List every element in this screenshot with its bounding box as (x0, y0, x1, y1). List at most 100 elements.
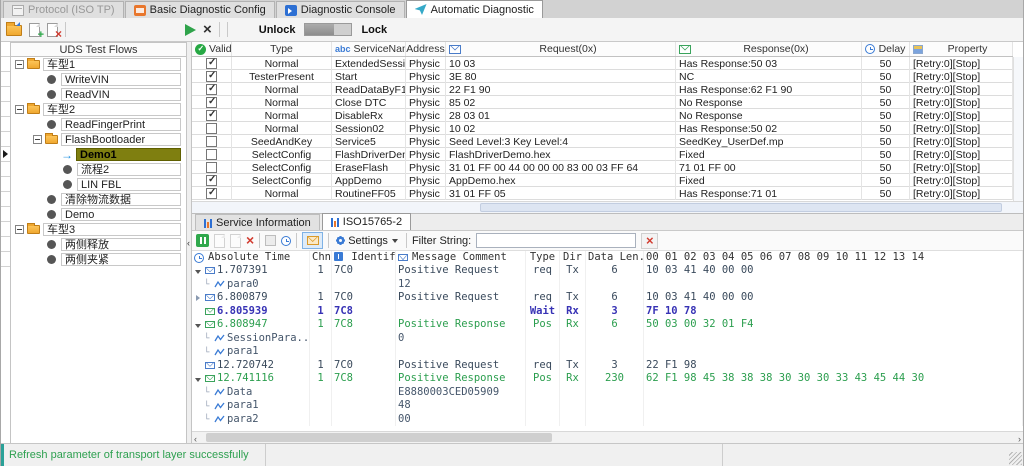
flow-table-vscrollbar[interactable] (1013, 57, 1023, 201)
tree-item[interactable]: 车型3 (11, 222, 186, 237)
expander-icon[interactable] (203, 387, 212, 397)
lock-toggle[interactable] (304, 23, 352, 36)
clear-filter-button[interactable] (641, 233, 658, 249)
valid-checkbox[interactable] (206, 162, 217, 173)
settings-button[interactable]: Settings (334, 235, 401, 247)
valid-checkbox[interactable] (206, 84, 217, 95)
trace-row[interactable]: Data E8880003CED05909 (192, 386, 1023, 400)
trace-hscrollbar[interactable] (192, 431, 1023, 443)
expander-icon[interactable] (194, 360, 203, 370)
valid-checkbox[interactable] (206, 110, 217, 121)
expander-icon[interactable] (194, 293, 203, 303)
main-tab[interactable]: Automatic Diagnostic (406, 0, 543, 18)
expander-icon[interactable] (194, 306, 203, 316)
trace-row[interactable]: SessionPara... 0 (192, 332, 1023, 346)
trace-row[interactable]: 1.707391 1 7C0 Positive Request req Tx 6… (192, 264, 1023, 278)
trace-row[interactable]: 12.720742 1 7C0 Positive Request req Tx … (192, 359, 1023, 373)
expander-icon[interactable] (203, 333, 212, 343)
flow-table-row[interactable]: Normal RoutineFF05 Physic 31 01 FF 05 Ha… (192, 187, 1013, 200)
collapse-icon[interactable] (15, 105, 24, 114)
flow-table-row[interactable]: SeedAndKey Service5 Physic Seed Level:3 … (192, 135, 1013, 148)
gear-icon (337, 237, 344, 244)
valid-checkbox[interactable] (206, 149, 217, 160)
trace-tab-label: ISO15765-2 (343, 216, 402, 228)
tree-item[interactable]: 车型2 (11, 102, 186, 117)
run-button[interactable] (185, 24, 196, 36)
flow-table-row[interactable]: TesterPresent Start Physic 3E 80 NC 50 [… (192, 70, 1013, 83)
collapse-icon[interactable] (33, 135, 42, 144)
valid-checkbox[interactable] (206, 97, 217, 108)
comment-cell: 48 (396, 399, 526, 413)
stop-button[interactable]: × (203, 23, 212, 37)
open-folder-icon[interactable] (6, 25, 22, 36)
stop-log-icon[interactable] (265, 235, 276, 246)
tree-item[interactable]: FlashBootloader (11, 132, 186, 147)
trace-row[interactable]: para1 48 (192, 399, 1023, 413)
main-tab[interactable]: Protocol (ISO TP) (3, 1, 124, 18)
flow-table-row[interactable]: Normal Session02 Physic 10 02 Has Respon… (192, 122, 1013, 135)
flow-table-row[interactable]: SelectConfig FlashDriverDemo Physic Flas… (192, 148, 1013, 161)
filter-input[interactable] (476, 233, 636, 248)
flow-table-hscrollbar[interactable] (192, 201, 1023, 213)
expander-icon[interactable] (203, 414, 212, 424)
tree-item[interactable]: ReadVIN (11, 87, 186, 102)
toggle-knob[interactable] (305, 24, 334, 35)
flow-table-row[interactable]: Normal ReadDataByF190 Physic 22 F1 90 Ha… (192, 83, 1013, 96)
clear-trace-icon[interactable]: × (246, 234, 254, 247)
expander-icon[interactable] (194, 374, 203, 384)
tree-item[interactable]: ReadFingerPrint (11, 117, 186, 132)
trace-tab[interactable]: ISO15765-2 (322, 213, 411, 230)
add-flow-icon[interactable] (29, 23, 40, 37)
tree-item[interactable]: WriteVIN (11, 72, 186, 87)
trace-hscroll-thumb[interactable] (206, 433, 552, 442)
valid-checkbox[interactable] (206, 71, 217, 82)
flow-table-row[interactable]: Normal Close DTC Physic 85 02 No Respons… (192, 96, 1013, 109)
time-mode-icon[interactable] (281, 236, 291, 246)
expander-icon[interactable] (203, 401, 212, 411)
main-tab[interactable]: Diagnostic Console (276, 1, 405, 18)
main-tab[interactable]: Basic Diagnostic Config (125, 1, 275, 18)
paste-icon[interactable] (230, 234, 241, 248)
expander-icon[interactable] (194, 320, 203, 330)
tree-item[interactable]: LIN FBL (11, 177, 186, 192)
valid-checkbox[interactable] (206, 136, 217, 147)
tree-item[interactable]: 流程2 (11, 162, 186, 177)
tree-item[interactable]: 车型1 (11, 57, 186, 72)
valid-checkbox[interactable] (206, 188, 217, 199)
pause-icon[interactable] (196, 234, 209, 247)
trace-row[interactable]: 12.741116 1 7C8 Positive Response Pos Rx… (192, 372, 1023, 386)
tree-item[interactable]: 清除物流数据 (11, 192, 186, 207)
trace-row[interactable]: para2 00 (192, 413, 1023, 427)
tree-item[interactable]: 两侧释放 (11, 237, 186, 252)
delete-flow-icon[interactable] (47, 23, 58, 37)
trace-row[interactable]: 6.808947 1 7C8 Positive Response Pos Rx … (192, 318, 1023, 332)
copy-icon[interactable] (214, 234, 225, 248)
message-view-button[interactable] (302, 232, 323, 249)
collapse-icon[interactable] (15, 225, 24, 234)
flow-table-row[interactable]: Normal DisableRx Physic 28 03 01 No Resp… (192, 109, 1013, 122)
hscroll-thumb[interactable] (480, 203, 1002, 212)
resize-grip[interactable] (1009, 452, 1022, 465)
collapse-icon[interactable] (15, 60, 24, 69)
flow-table-row[interactable]: SelectConfig AppDemo Physic AppDemo.hex … (192, 174, 1013, 187)
expander-icon[interactable] (203, 347, 212, 357)
tree-item[interactable]: Demo1 (11, 147, 186, 162)
identifier-cell (332, 332, 396, 346)
valid-checkbox[interactable] (206, 175, 217, 186)
collapse-chevron-icon[interactable] (187, 238, 190, 248)
valid-checkbox[interactable] (206, 123, 217, 134)
bytes-cell: 50 03 00 32 01 F4 (644, 318, 1023, 332)
flow-table-row[interactable]: Normal ExtendedSession Physic 10 03 Has … (192, 57, 1013, 70)
trace-row[interactable]: 6.805939 1 7C8 Wait Rx 3 7F 10 78 (192, 305, 1023, 319)
flow-table-row[interactable]: SelectConfig EraseFlash Physic 31 01 FF … (192, 161, 1013, 174)
expander-icon[interactable] (194, 266, 203, 276)
trace-row[interactable]: para0 12 (192, 278, 1023, 292)
trace-row[interactable]: para1 (192, 345, 1023, 359)
expander-icon[interactable] (203, 279, 212, 289)
tree-item[interactable]: 两侧夹紧 (11, 252, 186, 267)
trace-tab[interactable]: Service Information (195, 214, 320, 230)
parameter-icon (214, 415, 225, 423)
trace-row[interactable]: 6.800879 1 7C0 Positive Request req Tx 6… (192, 291, 1023, 305)
valid-checkbox[interactable] (206, 58, 217, 69)
tree-item[interactable]: Demo (11, 207, 186, 222)
